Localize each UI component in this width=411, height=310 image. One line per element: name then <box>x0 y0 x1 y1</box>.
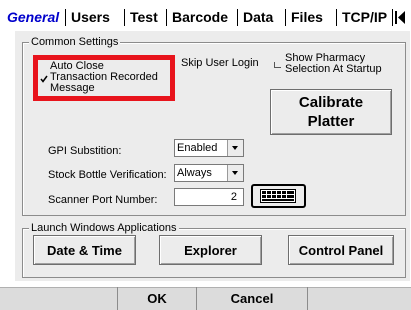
gpi-label: GPI Substition: <box>48 145 122 157</box>
show-pharmacy-line2: Selection At Startup <box>285 63 382 75</box>
cancel-button[interactable]: Cancel <box>197 288 307 310</box>
dropdown-button[interactable] <box>227 165 243 181</box>
tab-strip: General Users Test Barcode Data Files TC… <box>0 0 411 30</box>
arrow-left-icon <box>395 11 405 24</box>
keyboard-icon <box>260 189 296 203</box>
scanner-port-value: 2 <box>230 191 237 203</box>
launch-apps-title: Launch Windows Applications <box>29 222 179 234</box>
tab-separator <box>392 9 393 26</box>
explorer-button[interactable]: Explorer <box>159 235 262 265</box>
tab-data[interactable]: Data <box>238 6 278 28</box>
stock-bottle-value: Always <box>177 167 212 179</box>
dropdown-button[interactable] <box>227 140 243 156</box>
ok-button[interactable]: OK <box>118 288 196 310</box>
chevron-down-icon <box>232 146 238 150</box>
show-pharmacy-checkbox[interactable]: Show Pharmacy Selection At Startup <box>273 52 403 78</box>
auto-close-label-line3: Message <box>50 82 95 94</box>
tab-general[interactable]: General <box>2 6 64 28</box>
keyboard-button[interactable] <box>251 184 306 208</box>
calibrate-line2: Platter <box>307 113 355 130</box>
stock-bottle-select[interactable]: Always <box>174 164 244 182</box>
tab-scroll-left-button[interactable] <box>394 9 408 26</box>
tab-files[interactable]: Files <box>286 6 328 28</box>
calibrate-platter-button[interactable]: Calibrate Platter <box>270 89 392 135</box>
gpi-select[interactable]: Enabled <box>174 139 244 157</box>
tab-barcode[interactable]: Barcode <box>167 6 233 28</box>
scanner-port-input[interactable]: 2 <box>174 188 244 206</box>
checkbox-box <box>274 62 281 68</box>
gpi-value: Enabled <box>177 142 218 154</box>
auto-close-checkbox[interactable]: Auto Close Transaction Recorded Message <box>38 60 168 96</box>
check-icon <box>40 75 48 83</box>
calibrate-line1: Calibrate <box>298 94 364 111</box>
common-settings-title: Common Settings <box>29 36 121 48</box>
tab-test[interactable]: Test <box>125 6 163 28</box>
footer-divider <box>307 287 308 310</box>
scanner-port-label: Scanner Port Number: <box>48 194 158 206</box>
tab-tcpip[interactable]: TCP/IP <box>337 6 392 28</box>
checkbox-checkmark <box>40 74 48 83</box>
control-panel-button[interactable]: Control Panel <box>288 235 394 265</box>
chevron-down-icon <box>232 171 238 175</box>
tab-users[interactable]: Users <box>66 6 115 28</box>
date-time-button[interactable]: Date & Time <box>33 235 136 265</box>
stock-bottle-label: Stock Bottle Verification: <box>48 169 167 181</box>
skip-user-login-label[interactable]: Skip User Login <box>181 57 259 70</box>
